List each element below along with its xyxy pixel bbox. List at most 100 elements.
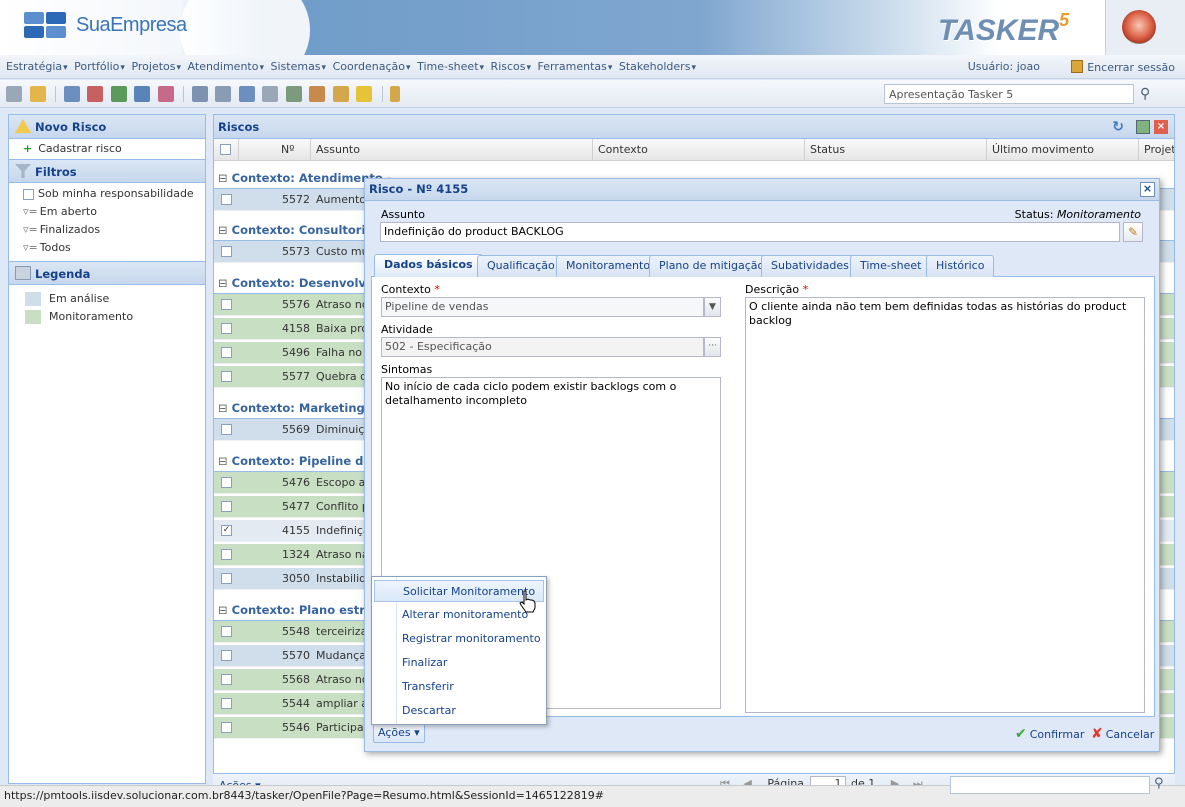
grid-search-icon[interactable]: ⚲ (1154, 776, 1164, 791)
row-checkbox[interactable] (221, 722, 232, 733)
row-checkbox[interactable] (221, 347, 232, 358)
row-checkbox[interactable] (221, 194, 232, 205)
row-checkbox[interactable] (221, 549, 232, 560)
search-input[interactable]: Apresentação Tasker 5 (884, 84, 1134, 104)
grid-search-input[interactable] (950, 776, 1150, 794)
filter-em-aberto[interactable]: ▿= Em aberto (9, 203, 205, 221)
tools-icon[interactable] (6, 86, 22, 102)
description-textarea[interactable]: O cliente ainda não tem bem definidas to… (745, 297, 1145, 713)
close-icon[interactable]: × (1140, 182, 1155, 197)
menu-item-transferir[interactable]: Transferir (374, 676, 544, 698)
menu-portfolio[interactable]: Portfólio (74, 55, 125, 79)
table-icon[interactable] (262, 86, 278, 102)
pin-icon[interactable]: ✎ (1123, 222, 1143, 242)
menu-coordenacao[interactable]: Coordenação (333, 55, 411, 79)
close-x-icon: ✘ (1091, 726, 1103, 742)
filters-header: Filtros (9, 159, 205, 183)
refresh-icon[interactable]: ↻ (1112, 115, 1124, 139)
col-status[interactable]: Status (804, 139, 986, 161)
clock-small-icon[interactable] (332, 86, 349, 102)
filter-finalizados[interactable]: ▿= Finalizados (9, 221, 205, 239)
row-checkbox[interactable] (221, 371, 232, 382)
legend-em-analise: Em análise (25, 291, 205, 309)
plus-icon: + (23, 142, 33, 155)
status-display: Status: Monitoramento (1014, 208, 1141, 221)
close-grid-icon[interactable]: × (1154, 120, 1168, 134)
grid-columns: Nº Assunto Contexto Status Último movime… (214, 139, 1174, 161)
notes-icon[interactable] (29, 86, 46, 102)
left-panel: Novo Risco + Cadastrar risco Filtros Sob … (8, 114, 206, 784)
warning-icon[interactable] (356, 86, 372, 102)
actions-button[interactable]: Ações ▾ (373, 723, 425, 743)
ellipsis-icon[interactable]: ··· (704, 337, 721, 357)
select-all-checkbox[interactable] (220, 144, 231, 155)
row-checkbox[interactable] (221, 299, 232, 310)
phone-icon[interactable] (110, 86, 127, 102)
menu-item-descartar[interactable]: Descartar (374, 700, 544, 722)
col-project[interactable]: Projeto (1138, 139, 1174, 161)
tree-icon[interactable] (63, 86, 80, 102)
cancel-button[interactable]: ✘ Cancelar (1091, 723, 1154, 745)
app-header: SuaEmpresa TASKER5 (0, 0, 1185, 55)
call-icon[interactable] (285, 86, 302, 102)
row-checkbox[interactable] (221, 424, 232, 435)
menu-item-finalizar[interactable]: Finalizar (374, 652, 544, 674)
menu-item-registrar-monitoramento[interactable]: Registrar monitoramento (374, 628, 544, 650)
menu-projetos[interactable]: Projetos (131, 55, 181, 79)
tab-subatividades[interactable]: Subatividades (761, 255, 859, 277)
tab-time-sheet[interactable]: Time-sheet (850, 255, 932, 277)
product-logo: TASKER5 (938, 10, 1070, 47)
add-risk-link[interactable]: + Cadastrar risco (9, 139, 205, 159)
row-checkbox[interactable] (221, 698, 232, 709)
row-checkbox[interactable] (221, 674, 232, 685)
task-icon[interactable] (309, 86, 325, 102)
menu-time-sheet[interactable]: Time-sheet (417, 55, 484, 79)
chevron-down-icon[interactable]: ▼ (704, 297, 721, 317)
user-label: Usuário: joao (967, 60, 1040, 73)
tab-monitoramento[interactable]: Monitoramento (556, 255, 661, 277)
activity-input[interactable]: 502 - Especificação (381, 337, 704, 357)
binoculars-icon[interactable]: ⚲ (1140, 86, 1150, 102)
col-subject[interactable]: Assunto (310, 139, 592, 161)
approve-icon[interactable] (157, 86, 174, 102)
col-context[interactable]: Contexto (592, 139, 804, 161)
confirm-button[interactable]: ✔ Confirmar (1015, 723, 1084, 745)
hierarchy-icon[interactable] (191, 86, 208, 102)
menu-sistemas[interactable]: Sistemas (271, 55, 327, 79)
timer-button[interactable] (1105, 0, 1185, 55)
check-doc-icon[interactable] (134, 86, 150, 102)
tab-qualificacao[interactable]: Qualificação (477, 255, 565, 277)
menu-estrategia[interactable]: Estratégia (6, 55, 68, 79)
filter-checkbox[interactable] (23, 188, 34, 200)
row-checkbox[interactable] (221, 626, 232, 637)
row-checkbox-checked[interactable]: ✓ (221, 525, 232, 536)
list-icon[interactable] (238, 86, 255, 102)
filter-todos[interactable]: ▿= Todos (9, 239, 205, 257)
activity-label: Atividade (381, 323, 433, 336)
logout-button[interactable]: Encerrar sessão (1071, 60, 1175, 74)
subject-input[interactable]: Indefinição do product BACKLOG (380, 222, 1120, 242)
export-icon[interactable] (1136, 120, 1150, 134)
dialog-title: Risco - Nº 4155 × (365, 179, 1159, 201)
row-checkbox[interactable] (221, 573, 232, 584)
row-checkbox[interactable] (221, 501, 232, 512)
filter-sob-minha[interactable]: Sob minha responsabilidade (9, 185, 205, 203)
tab-plano-mitigacao[interactable]: Plano de mitigação (649, 255, 775, 277)
row-checkbox[interactable] (221, 246, 232, 257)
key-icon[interactable] (390, 86, 400, 102)
menu-ferramentas[interactable]: Ferramentas (538, 55, 613, 79)
tab-historico[interactable]: Histórico (926, 255, 995, 277)
menu-atendimento[interactable]: Atendimento (188, 55, 264, 79)
col-number[interactable]: Nº (238, 139, 310, 161)
calendar-icon[interactable] (87, 86, 103, 102)
row-checkbox[interactable] (221, 323, 232, 334)
row-checkbox[interactable] (221, 650, 232, 661)
network-icon[interactable] (215, 86, 231, 102)
context-select[interactable]: Pipeline de vendas (381, 297, 704, 317)
tab-dados-basicos[interactable]: Dados básicos (374, 254, 483, 277)
col-last-move[interactable]: Último movimento (986, 139, 1138, 161)
legend-header: Legenda (9, 261, 205, 285)
row-checkbox[interactable] (221, 477, 232, 488)
menu-riscos[interactable]: Riscos (491, 55, 531, 79)
menu-stakeholders[interactable]: Stakeholders (619, 55, 696, 79)
